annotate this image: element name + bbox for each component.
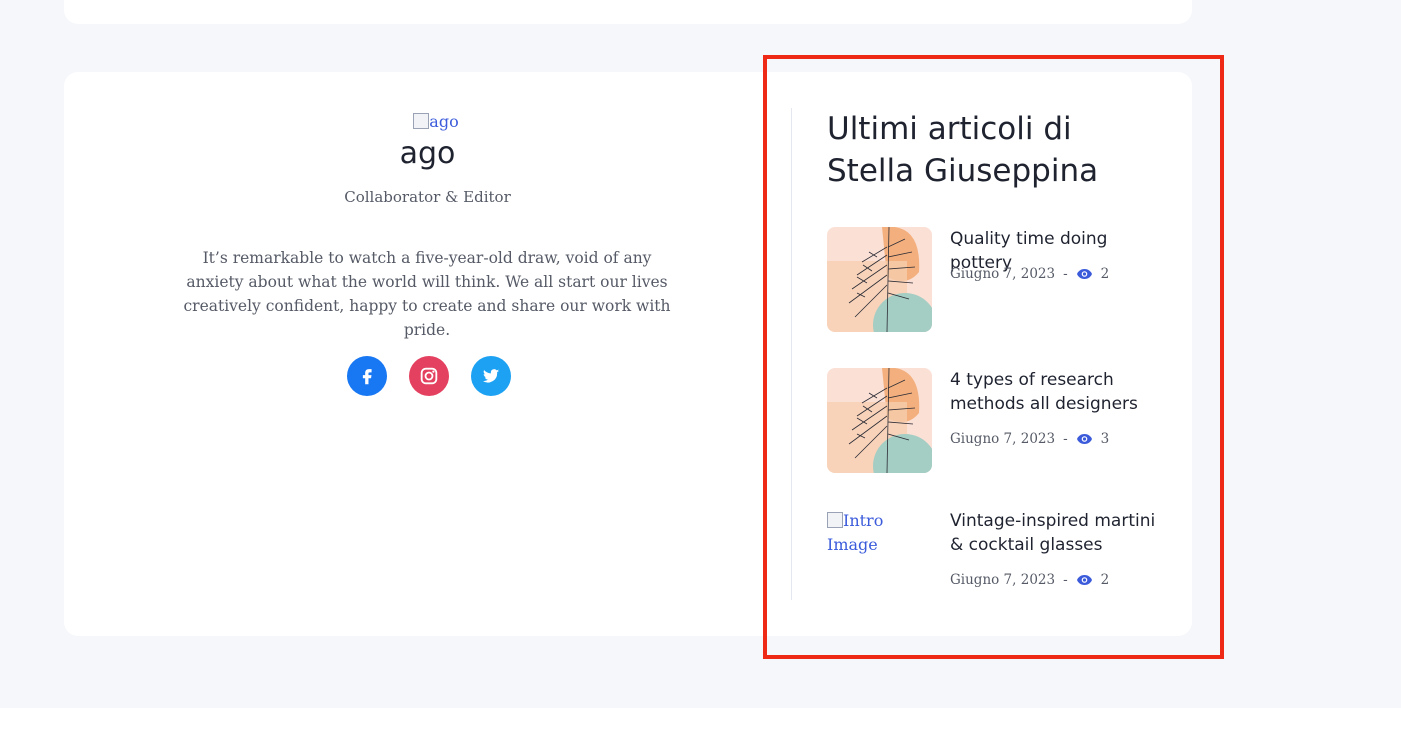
post-meta: Giugno 7, 2023 - 2	[950, 264, 1109, 284]
social-links	[347, 356, 517, 396]
post-views: 3	[1100, 431, 1110, 447]
post-title[interactable]: Vintage-inspired martini & cocktail glas…	[950, 509, 1160, 557]
meta-separator: -	[1063, 572, 1068, 588]
post-thumbnail[interactable]	[827, 368, 932, 473]
post-date: Giugno 7, 2023	[950, 266, 1056, 282]
latest-articles: Ultimi articoli di Stella Giuseppina Qua…	[827, 72, 1167, 636]
meta-separator: -	[1063, 431, 1068, 447]
latest-articles-title: Ultimi articoli di Stella Giuseppina	[827, 111, 1099, 189]
author-avatar[interactable]: ago	[406, 112, 466, 134]
facebook-icon	[362, 369, 372, 385]
author-profile: ago ago Collaborator & Editor It’s remar…	[64, 72, 791, 636]
post-item: Intro Image Vintage-inspired martini & c…	[827, 509, 1167, 615]
author-box: ago ago Collaborator & Editor It’s remar…	[64, 72, 1192, 636]
facebook-button[interactable]	[347, 356, 387, 396]
author-role: Collaborator & Editor	[344, 188, 511, 206]
broken-image-icon	[827, 512, 843, 528]
avatar-alt-text: ago	[429, 112, 459, 131]
post-item: 4 types of research methods all designer…	[827, 368, 1167, 474]
post-item: Quality time doing pottery Giugno 7, 202…	[827, 227, 1167, 333]
post-meta: Giugno 7, 2023 - 3	[950, 429, 1109, 449]
post-meta: Giugno 7, 2023 - 2	[950, 570, 1109, 590]
post-date: Giugno 7, 2023	[950, 431, 1056, 447]
post-title[interactable]: 4 types of research methods all designer…	[950, 368, 1160, 416]
post-thumbnail[interactable]: Intro Image	[827, 509, 932, 569]
eye-icon	[1076, 433, 1093, 445]
previous-card	[64, 0, 1192, 24]
column-divider	[791, 108, 792, 600]
twitter-icon	[482, 369, 500, 383]
eye-icon	[1076, 268, 1093, 280]
broken-image-icon	[413, 113, 430, 129]
twitter-button[interactable]	[471, 356, 511, 396]
author-bio: It’s remarkable to watch a five-year-old…	[183, 249, 671, 339]
post-views: 2	[1100, 266, 1110, 282]
post-date: Giugno 7, 2023	[950, 572, 1056, 588]
botanical-illustration	[827, 227, 932, 332]
instagram-icon	[420, 367, 438, 385]
botanical-illustration	[827, 368, 932, 473]
post-views: 2	[1100, 572, 1110, 588]
post-thumbnail[interactable]	[827, 227, 932, 332]
eye-icon	[1076, 574, 1093, 586]
meta-separator: -	[1063, 266, 1068, 282]
instagram-button[interactable]	[409, 356, 449, 396]
author-name[interactable]: ago	[64, 136, 791, 171]
